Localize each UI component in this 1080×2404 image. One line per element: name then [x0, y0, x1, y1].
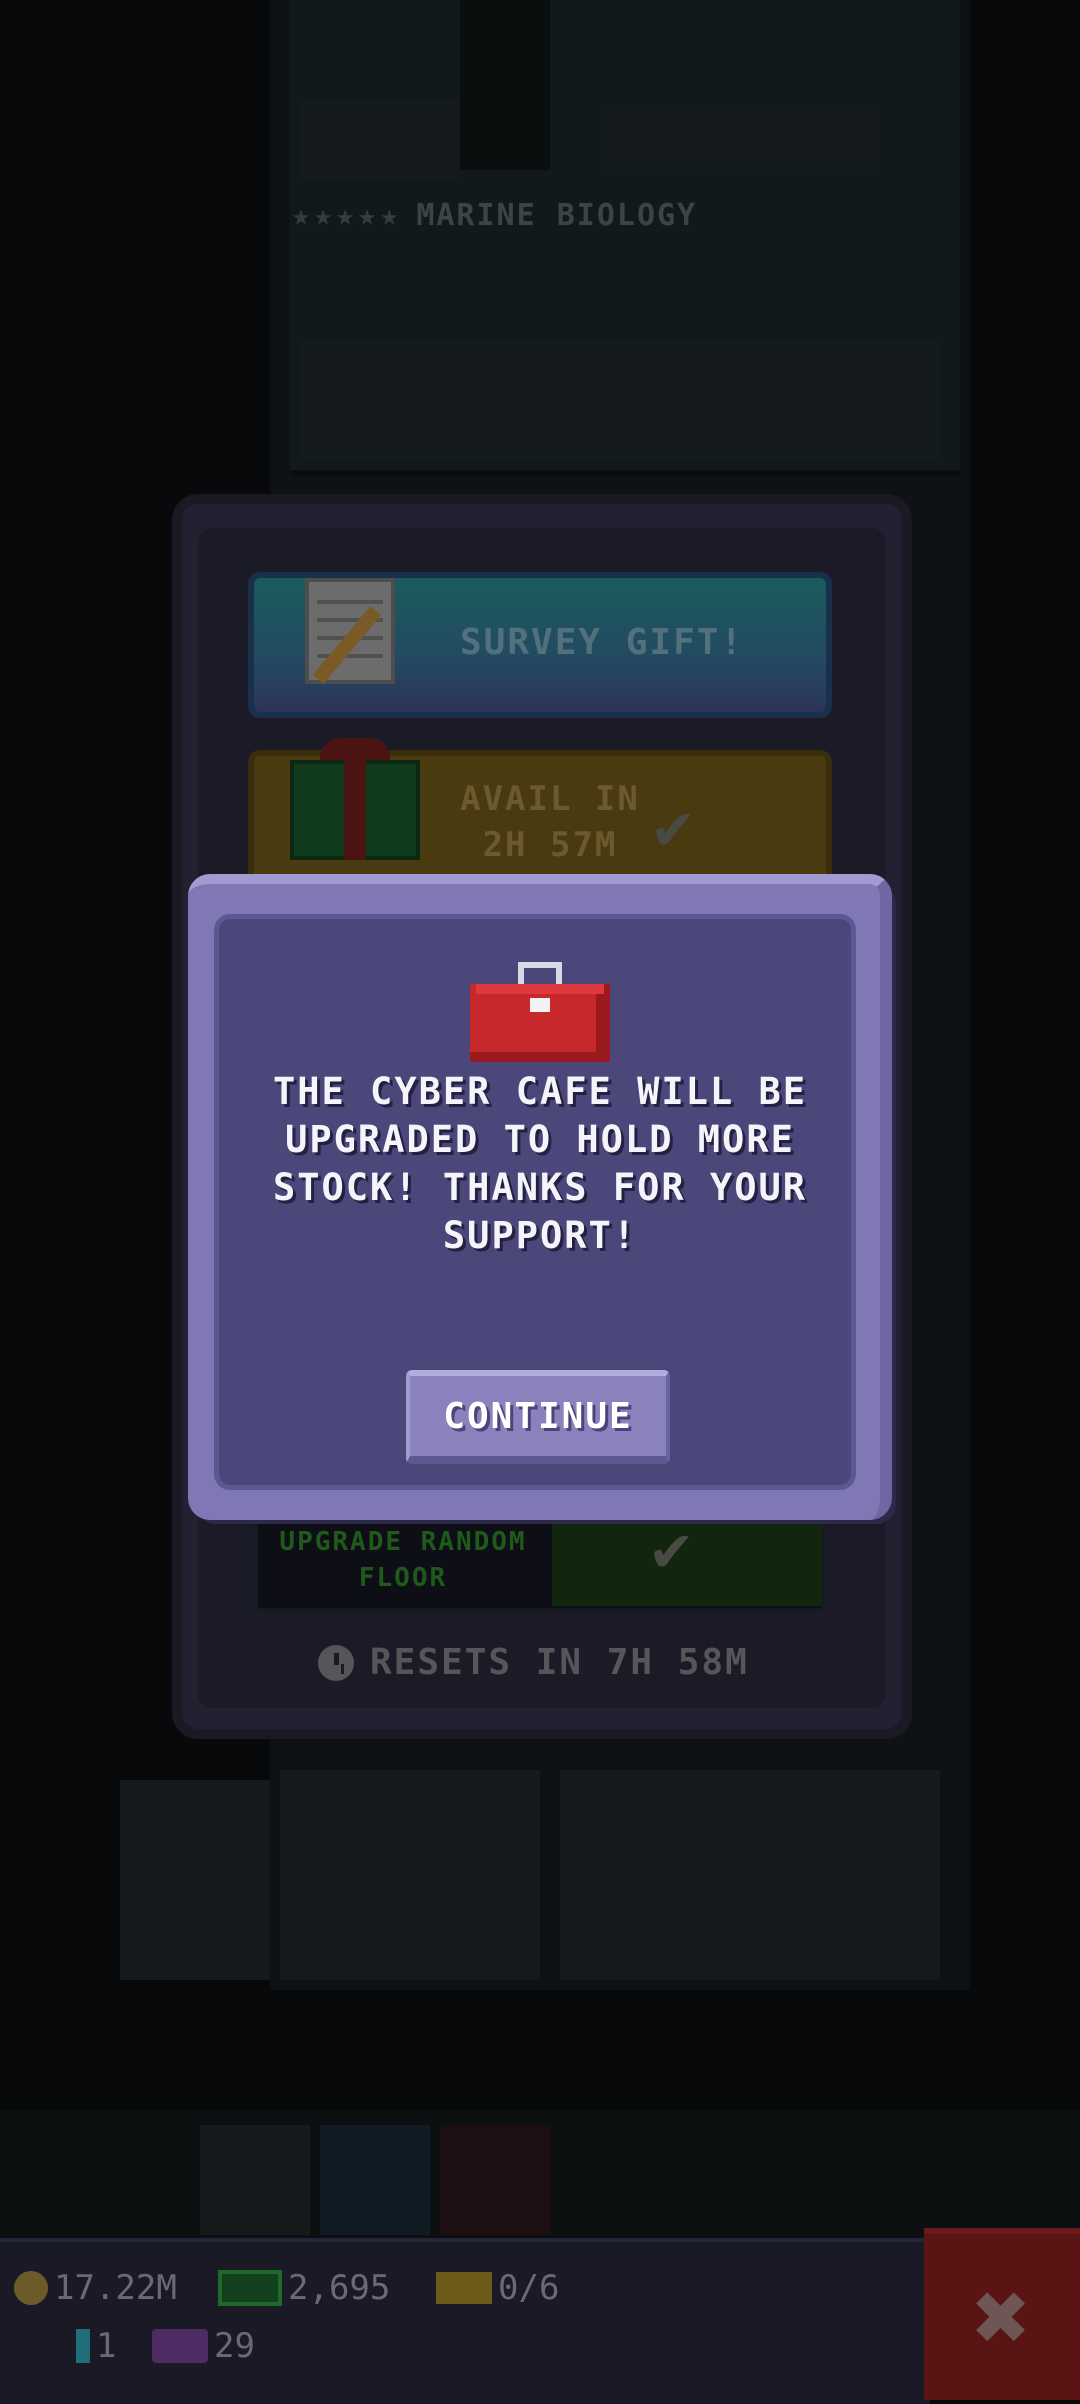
- close-button[interactable]: ✖: [924, 2228, 1080, 2400]
- floor-title: ★★★★★ MARINE BIOLOGY: [292, 198, 697, 233]
- coins-stat: 17.22M: [14, 2268, 177, 2308]
- upgrade-label-line1: UPGRADE RANDOM: [279, 1527, 527, 1557]
- toolbox-icon: [470, 962, 610, 1062]
- toolbox-handle: [518, 962, 562, 984]
- floor-decoration: [120, 1780, 270, 1980]
- ticket-icon: [436, 2272, 492, 2304]
- tickets-stat: 0/6: [436, 2268, 559, 2308]
- floor-decoration: [560, 1770, 940, 1980]
- toolbox-lid: [476, 984, 604, 994]
- gift-box-icon: [290, 760, 420, 860]
- gems-value: 1: [96, 2326, 117, 2366]
- resets-timer: RESETS IN 7H 58M: [318, 1642, 749, 1683]
- coins-value: 17.22M: [54, 2268, 177, 2308]
- bux-icon: [218, 2270, 282, 2306]
- tv-stat[interactable]: 29: [152, 2326, 255, 2366]
- toolbar-item[interactable]: [200, 2125, 310, 2235]
- continue-button[interactable]: CONTINUE: [406, 1370, 670, 1464]
- tv-icon: [152, 2329, 208, 2363]
- bux-stat: 2,695: [218, 2268, 390, 2308]
- gem-icon: [76, 2329, 90, 2363]
- toolbox-body: [470, 984, 610, 1062]
- dialog-message: THE CYBER CAFE WILL BE UPGRADED TO HOLD …: [272, 1070, 808, 1257]
- elevator-shaft: [460, 0, 550, 170]
- floor-decoration: [300, 340, 940, 460]
- bux-value: 2,695: [288, 2268, 391, 2308]
- upgrade-label-line2: FLOOR: [358, 1563, 448, 1593]
- gift-label-line2: 2H 57M: [482, 825, 618, 865]
- toolbox-latch: [530, 998, 550, 1012]
- upgrade-random-floor-label: UPGRADE RANDOM FLOOR: [258, 1524, 548, 1596]
- floor-stars: ★★★★★: [292, 198, 403, 233]
- gift-label-line1: AVAIL IN: [460, 779, 640, 819]
- check-icon: ✔: [654, 790, 693, 864]
- resets-label: RESETS IN 7H 58M: [370, 1642, 749, 1683]
- close-icon: ✖: [973, 2261, 1031, 2373]
- coin-icon: [14, 2271, 48, 2305]
- floor-decoration: [280, 1770, 540, 1980]
- tickets-value: 0/6: [498, 2268, 560, 2308]
- gems-stat: 1: [76, 2326, 116, 2366]
- clock-icon: [318, 1644, 354, 1681]
- toolbar-item[interactable]: [440, 2125, 550, 2235]
- floor-decoration: [300, 100, 460, 180]
- floor-name: MARINE BIOLOGY: [416, 198, 698, 233]
- tv-value: 29: [214, 2326, 255, 2366]
- resource-status-bar: [0, 2238, 930, 2404]
- floor-decoration: [600, 110, 880, 170]
- gift-availability-label: AVAIL IN 2H 57M: [440, 776, 660, 868]
- toolbar-item[interactable]: [320, 2125, 430, 2235]
- survey-gift-label: SURVEY GIFT!: [460, 622, 745, 663]
